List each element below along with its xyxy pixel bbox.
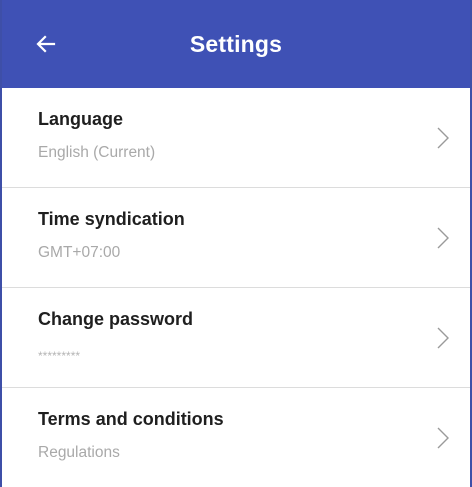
page-title: Settings (189, 31, 283, 57)
settings-item-subtitle: ********* (38, 349, 81, 363)
settings-item-language[interactable]: Language English (Current) (2, 88, 470, 188)
chevron-right-icon (436, 426, 450, 450)
app-bar: Settings (2, 0, 470, 88)
chevron-right-icon (436, 226, 450, 250)
settings-item-time-syndication[interactable]: Time syndication GMT+07:00 (2, 188, 470, 288)
chevron-right-icon (436, 126, 450, 150)
settings-item-subtitle: GMT+07:00 (38, 244, 121, 261)
back-button[interactable] (28, 26, 64, 62)
arrow-left-icon (36, 35, 56, 53)
settings-item-change-password[interactable]: Change password ********* (2, 288, 470, 388)
settings-item-title: Language (38, 109, 124, 129)
settings-item-terms-and-conditions[interactable]: Terms and conditions Regulations (2, 388, 470, 487)
settings-item-subtitle: English (Current) (38, 144, 156, 161)
settings-list: Language English (Current) Time syndicat… (2, 88, 470, 487)
settings-item-subtitle: Regulations (38, 444, 120, 461)
settings-item-title: Terms and conditions (38, 409, 224, 429)
settings-item-title: Time syndication (38, 209, 185, 229)
chevron-right-icon (436, 326, 450, 350)
settings-item-title: Change password (38, 309, 194, 329)
settings-screen: Settings Language English (Current) Time… (0, 0, 472, 487)
